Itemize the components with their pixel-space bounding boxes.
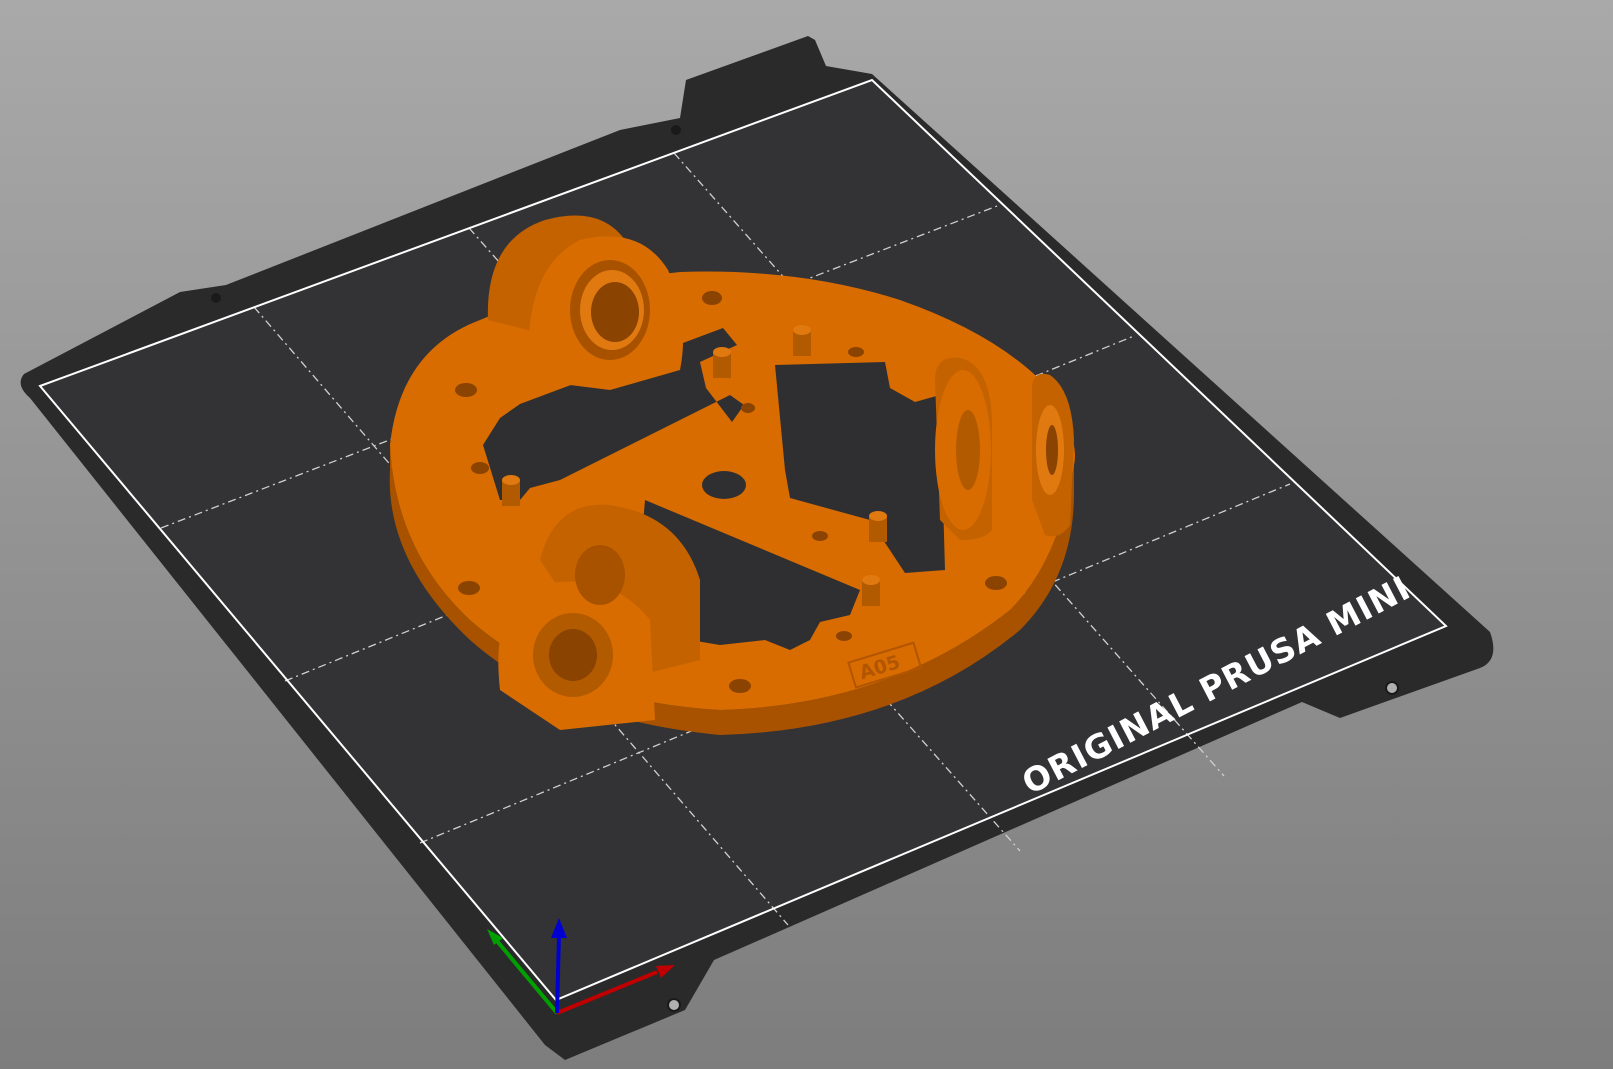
bed-screw-hole (211, 293, 221, 303)
3d-scene[interactable]: ORIGINAL PRUSA MINI A05 (0, 0, 1613, 1069)
bed-screw-hole (1385, 681, 1399, 695)
3d-viewport[interactable]: ORIGINAL PRUSA MINI A05 (0, 0, 1613, 1069)
bed-screw-hole (667, 998, 681, 1012)
z-axis (555, 934, 561, 1014)
bed-screw-hole (671, 125, 681, 135)
